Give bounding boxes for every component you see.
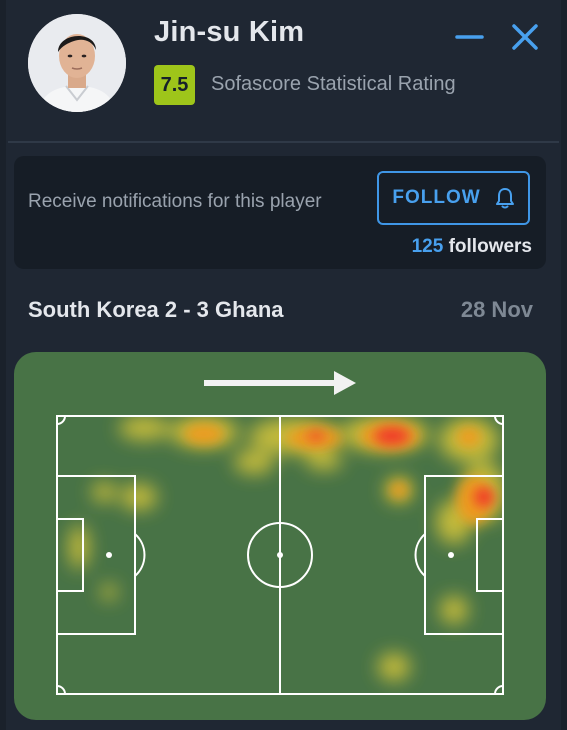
minus-icon [455, 35, 484, 39]
close-icon [512, 24, 538, 50]
player-avatar [28, 14, 126, 112]
header-divider [8, 141, 559, 143]
rating-badge: 7.5 [154, 65, 195, 105]
follow-label: FOLLOW [392, 187, 481, 208]
pitch-spots [106, 552, 454, 558]
attack-direction-arrow-icon [204, 371, 356, 395]
notification-card: Receive notifications for this player FO… [14, 156, 546, 269]
followers-count: 125 followers [412, 236, 532, 258]
followers-number: 125 [411, 236, 444, 257]
followers-label: followers [448, 236, 532, 257]
match-title: South Korea 2 - 3 Ghana [28, 297, 284, 322]
notification-text: Receive notifications for this player [28, 191, 322, 212]
player-name: Jin-su Kim [154, 16, 305, 48]
bell-icon [495, 188, 514, 209]
player-photo-icon [28, 14, 126, 112]
close-button[interactable] [508, 20, 542, 54]
heatmap-pitch [56, 371, 504, 695]
minimize-button[interactable] [452, 20, 486, 54]
follow-button[interactable]: FOLLOW [377, 171, 530, 225]
rating-label: Sofascore Statistical Rating [211, 73, 456, 95]
match-date: 28 Nov [460, 297, 533, 322]
heatmap-card [14, 352, 546, 720]
